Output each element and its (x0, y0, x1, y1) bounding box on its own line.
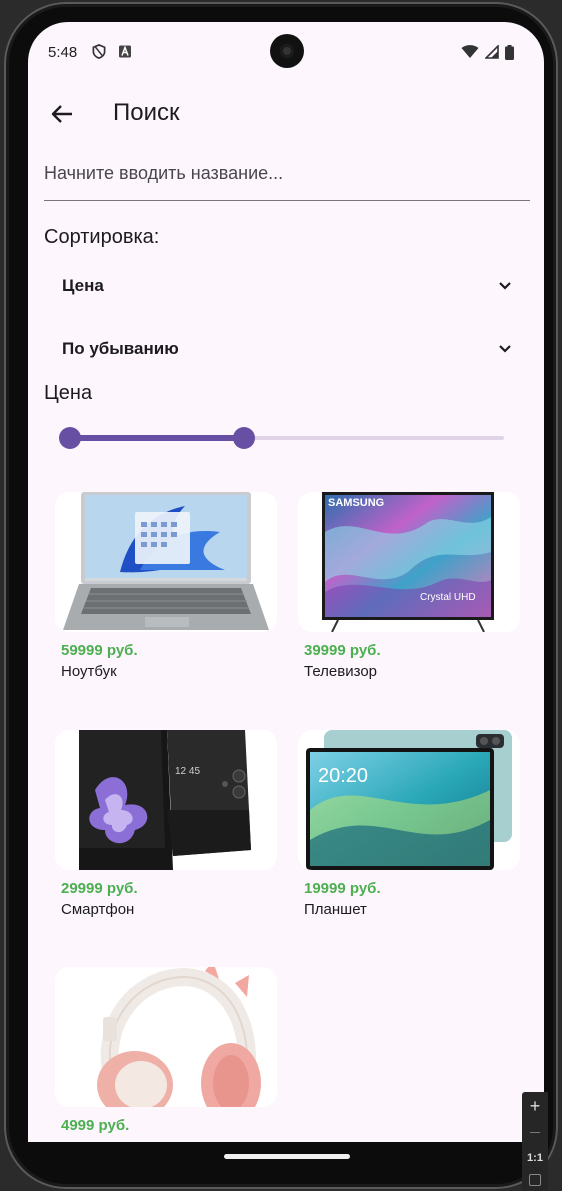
product-name: Ноутбук (61, 663, 117, 680)
product-price: 59999 руб. (61, 642, 138, 659)
phone-clock-text: 12 45 (175, 766, 200, 777)
battery-icon (505, 44, 514, 60)
tv-image: SAMSUNG Crystal UHD (298, 492, 520, 632)
sort-order-value: По убыванию (62, 339, 179, 358)
product-price: 39999 руб. (304, 642, 381, 659)
status-time: 5:48 (48, 44, 78, 61)
signal-icon (485, 45, 499, 59)
status-bar: 5:48 (28, 22, 544, 84)
price-filter-label: Цена (44, 382, 93, 404)
product-price: 19999 руб. (304, 880, 381, 897)
font-icon (119, 45, 131, 58)
wifi-icon (461, 45, 479, 58)
app-screen: 5:48 Поиск Начните вводить название... С… (28, 22, 544, 1142)
chevron-down-icon (499, 282, 511, 290)
zoom-reset-button[interactable]: 1:1 (522, 1152, 548, 1164)
price-range-slider[interactable] (59, 424, 504, 452)
back-button[interactable] (44, 96, 80, 132)
laptop-image (55, 492, 277, 632)
top-app-bar: Поиск (28, 84, 544, 140)
sort-order-dropdown[interactable]: По убыванию (62, 329, 512, 369)
slider-thumb-min[interactable] (59, 427, 81, 449)
home-gesture-handle[interactable] (224, 1154, 350, 1159)
emulator-zoom-tools: + 1:1 (522, 1092, 548, 1191)
smartphone-image: 12 45 (55, 730, 277, 870)
slider-thumb-max[interactable] (232, 427, 255, 449)
product-name: Смартфон (61, 901, 135, 918)
zoom-divider (530, 1132, 540, 1133)
product-name: Телевизор (304, 663, 378, 680)
chevron-down-icon (499, 345, 511, 353)
product-name: Планшет (304, 901, 367, 918)
product-card-headphones[interactable]: 4999 руб. (55, 967, 277, 1138)
shield-icon (92, 44, 106, 59)
tablet-clock-text: 20:20 (318, 765, 368, 787)
gesture-nav-bar (28, 1142, 544, 1186)
product-price: 4999 руб. (61, 1117, 130, 1134)
product-card-laptop[interactable]: 59999 руб. Ноутбук (55, 492, 277, 680)
sort-field-value: Цена (62, 276, 104, 295)
page-title: Поиск (113, 99, 180, 126)
zoom-in-button[interactable]: + (522, 1096, 548, 1117)
sort-field-dropdown[interactable]: Цена (62, 266, 512, 306)
search-input[interactable] (44, 152, 530, 194)
status-icons (461, 44, 514, 60)
arrow-back-icon (51, 105, 72, 123)
headphones-image (55, 967, 277, 1107)
tablet-image: 20:20 (298, 730, 520, 870)
product-card-smartphone[interactable]: 12 45 29999 руб. Смартфон (55, 730, 277, 918)
tv-badge-text: Crystal UHD (420, 592, 476, 603)
search-field[interactable] (44, 152, 530, 201)
sort-label: Сортировка: (44, 226, 160, 248)
front-camera (270, 34, 304, 68)
product-card-tablet[interactable]: 20:20 19999 руб. Планшет (298, 730, 520, 918)
product-card-tv[interactable]: SAMSUNG Crystal UHD 39999 руб. Телевизор (298, 492, 520, 680)
product-price: 29999 руб. (61, 880, 138, 897)
fit-screen-icon[interactable] (529, 1174, 541, 1186)
device-frame: 5:48 Поиск Начните вводить название... С… (4, 2, 558, 1189)
tv-brand-text: SAMSUNG (328, 497, 384, 509)
slider-active-track (70, 435, 244, 441)
